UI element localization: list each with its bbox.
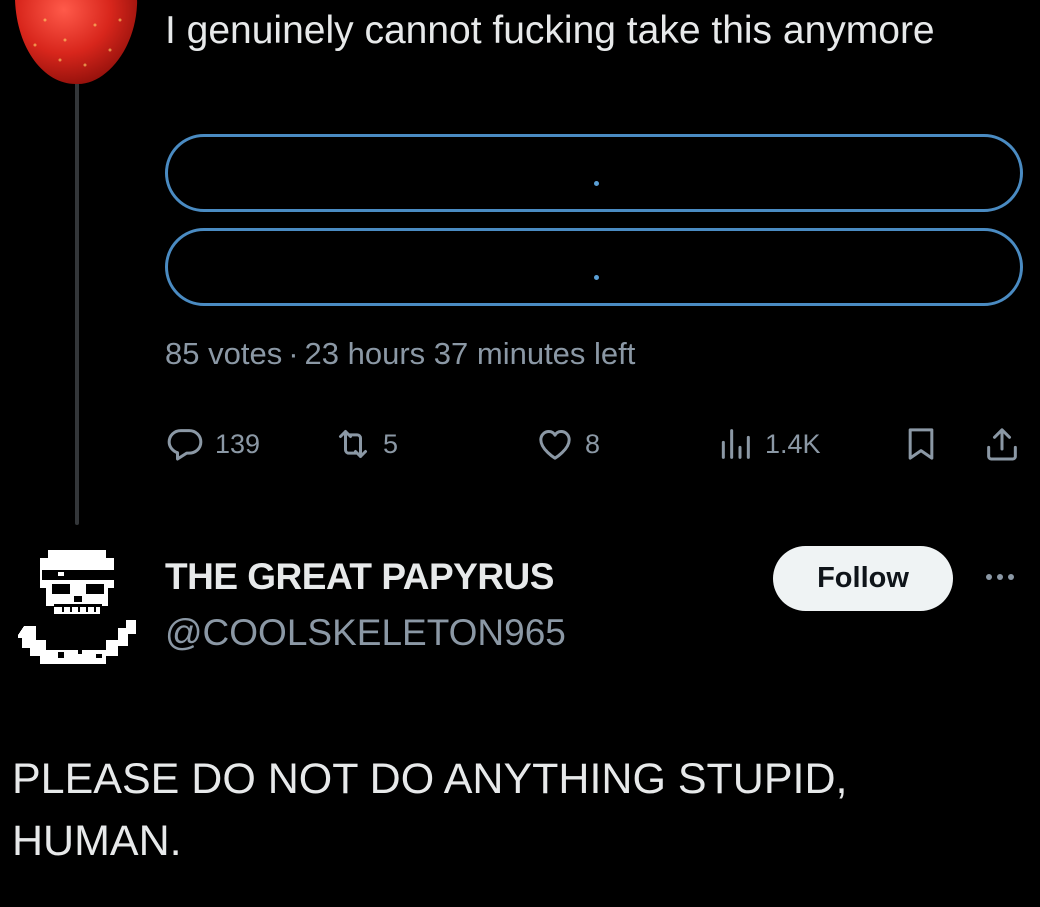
avatar[interactable] <box>16 540 140 680</box>
bookmark-button[interactable] <box>901 420 941 468</box>
poll-option-2[interactable] <box>165 228 1023 306</box>
views-button[interactable]: 1.4K <box>715 420 821 468</box>
poll-option-dot <box>594 275 599 280</box>
avatar[interactable] <box>5 0 145 85</box>
bookmark-icon <box>908 428 934 460</box>
tweet-text: I genuinely cannot fucking take this any… <box>165 9 935 52</box>
like-button[interactable]: 8 <box>535 420 600 468</box>
more-dots-icon <box>986 574 992 580</box>
poll-option-dot <box>594 181 599 186</box>
more-dots-icon <box>1008 574 1014 580</box>
skeleton-avatar-image <box>16 550 136 664</box>
display-name[interactable]: THE GREAT PAPYRUS <box>165 556 554 598</box>
more-options-button[interactable] <box>978 562 1022 592</box>
reply-tweet-text: PLEASE DO NOT DO ANYTHING STUPID, HUMAN. <box>12 755 848 865</box>
reply-count: 139 <box>215 428 261 459</box>
reply-button[interactable]: 139 <box>165 420 260 468</box>
repost-icon <box>339 430 367 458</box>
poll-time-left: 23 hours 37 minutes left <box>304 336 636 371</box>
repost-button[interactable]: 5 <box>333 420 398 468</box>
like-count: 8 <box>585 428 601 459</box>
poll-option-1[interactable] <box>165 134 1023 212</box>
thread-connector-line <box>75 60 79 525</box>
user-handle[interactable]: @COOLSKELETON965 <box>165 612 566 654</box>
poll-votes: 85 votes <box>165 336 283 371</box>
follow-button[interactable]: Follow <box>773 546 953 611</box>
reply-icon <box>167 429 203 461</box>
heart-icon <box>539 430 571 460</box>
poll-meta: 85 votes · 23 hours 37 minutes left <box>165 336 635 372</box>
more-dots-icon <box>997 574 1003 580</box>
apple-avatar-image <box>15 0 138 85</box>
repost-count: 5 <box>383 428 399 459</box>
share-icon <box>987 428 1017 461</box>
views-icon <box>721 429 750 459</box>
views-count: 1.4K <box>765 428 821 459</box>
share-button[interactable] <box>982 420 1022 468</box>
poll-separator: · <box>288 336 299 371</box>
